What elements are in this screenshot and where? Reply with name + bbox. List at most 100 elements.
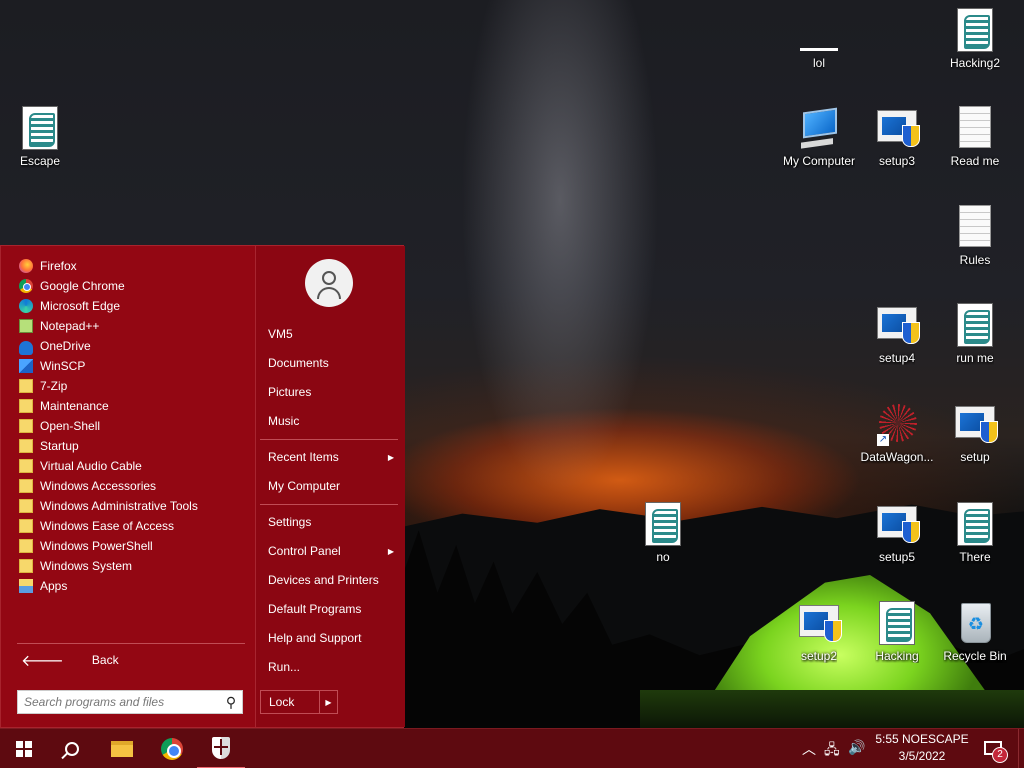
program-folder-windows-system[interactable]: Windows System — [11, 556, 251, 576]
lock-button[interactable]: Lock ▶ — [260, 690, 338, 714]
user-avatar[interactable] — [305, 259, 353, 307]
place-label: Settings — [268, 515, 312, 529]
desktop-icon-label: DataWagon... — [860, 450, 934, 464]
desktop-icon-recycle-bin[interactable]: Recycle Bin — [935, 601, 1015, 665]
place-devices-and-printers[interactable]: Devices and Printers — [260, 569, 400, 591]
shortcut-icon — [877, 404, 917, 446]
desktop-icon-setup3[interactable]: setup3 — [857, 106, 937, 170]
program-firefox[interactable]: Firefox — [11, 256, 251, 276]
onedrive-icon — [19, 340, 33, 355]
place-music[interactable]: Music — [260, 410, 400, 432]
program-folder-open-shell[interactable]: Open-Shell — [11, 416, 251, 436]
desktop-icon-there[interactable]: There — [935, 502, 1015, 566]
place-recent-items[interactable]: Recent Items ▶ — [260, 446, 400, 468]
place-pictures[interactable]: Pictures — [260, 381, 400, 403]
place-label: Pictures — [268, 385, 312, 399]
desktop-icon-setup5[interactable]: setup5 — [857, 502, 937, 566]
taskbar-file-explorer[interactable] — [98, 729, 146, 768]
desktop-icon-setup[interactable]: setup — [935, 402, 1015, 466]
desktop-icon-escape[interactable]: Escape — [0, 106, 80, 170]
desktop-icon-label: My Computer — [782, 154, 856, 168]
chevron-right-icon[interactable]: ▶ — [319, 691, 337, 713]
desktop-icon-rules[interactable]: Rules — [935, 205, 1015, 269]
desktop-icon-label: lol — [812, 56, 825, 70]
program-folder-windows-ease-of-access[interactable]: Windows Ease of Access — [11, 516, 251, 536]
program-microsoft-edge[interactable]: Microsoft Edge — [11, 296, 251, 316]
taskbar-chrome[interactable] — [148, 729, 196, 768]
blank-file-icon — [800, 48, 838, 51]
place-help-and-support[interactable]: Help and Support — [260, 627, 400, 649]
setup-icon — [877, 307, 920, 344]
back-button[interactable]: 🡐 Back — [11, 648, 247, 672]
place-user-folder[interactable]: VM5 — [260, 323, 400, 345]
place-settings[interactable]: Settings — [260, 511, 400, 533]
volume-icon[interactable]: 🔊 — [848, 739, 865, 756]
program-winscp[interactable]: WinSCP — [11, 356, 251, 376]
desktop-icon-no[interactable]: no — [623, 502, 703, 566]
program-label: Notepad++ — [40, 319, 100, 333]
folder-icon — [19, 419, 33, 433]
desktop-icon-my-computer[interactable]: My Computer — [779, 106, 859, 170]
program-apps[interactable]: Apps — [11, 576, 251, 596]
desktop-icon-setup4[interactable]: setup4 — [857, 303, 937, 367]
desktop-icon-lol[interactable]: lol — [779, 8, 859, 72]
show-desktop-button[interactable] — [1018, 729, 1024, 768]
chrome-icon — [19, 279, 33, 293]
folder-icon — [19, 399, 33, 413]
desktop-icon-label: Hacking — [875, 649, 919, 663]
program-label: Open-Shell — [40, 419, 101, 433]
taskbar-search-button[interactable] — [48, 729, 96, 768]
places-divider — [260, 439, 398, 440]
place-label: Run... — [268, 660, 301, 674]
program-folder-windows-accessories[interactable]: Windows Accessories — [11, 476, 251, 496]
search-icon[interactable]: ⚲ — [220, 694, 242, 711]
setup-icon — [877, 506, 920, 543]
program-folder-startup[interactable]: Startup — [11, 436, 251, 456]
program-list: Firefox Google Chrome Microsoft Edge Not… — [11, 256, 251, 596]
place-run[interactable]: Run... — [260, 656, 400, 678]
desktop-icon-datawagon[interactable]: DataWagon... — [857, 402, 937, 466]
desktop-icon-hacking2[interactable]: Hacking2 — [935, 8, 1015, 72]
program-folder-windows-admin-tools[interactable]: Windows Administrative Tools — [11, 496, 251, 516]
chevron-up-icon[interactable]: ︿ — [802, 739, 816, 759]
desktop-icon-run-me[interactable]: run me — [935, 303, 1015, 367]
windows-logo-icon — [16, 741, 32, 757]
action-center-button[interactable]: 2 — [980, 737, 1008, 763]
start-button[interactable] — [0, 729, 48, 768]
setup-icon — [955, 406, 998, 443]
program-folder-7zip[interactable]: 7-Zip — [11, 376, 251, 396]
program-folder-windows-powershell[interactable]: Windows PowerShell — [11, 536, 251, 556]
program-folder-maintenance[interactable]: Maintenance — [11, 396, 251, 416]
search-input[interactable] — [18, 691, 220, 713]
clock-date: 3/5/2022 — [898, 749, 946, 763]
place-control-panel[interactable]: Control Panel ▶ — [260, 540, 400, 562]
desktop-icon-label: setup4 — [878, 351, 916, 365]
place-documents[interactable]: Documents — [260, 352, 400, 374]
program-label: Windows Accessories — [40, 479, 157, 493]
network-icon[interactable]: 🖧 — [824, 739, 840, 763]
apps-icon — [19, 579, 33, 593]
program-onedrive[interactable]: OneDrive — [11, 336, 251, 356]
desktop-icon-read-me[interactable]: Read me — [935, 106, 1015, 170]
taskbar-windows-security[interactable] — [197, 729, 245, 768]
chevron-right-icon: ▶ — [387, 546, 394, 556]
place-default-programs[interactable]: Default Programs — [260, 598, 400, 620]
clock[interactable]: 5:55 NOESCAPE 3/5/2022 — [872, 731, 972, 767]
program-label: Windows System — [40, 559, 133, 573]
back-label: Back — [91, 653, 119, 667]
desktop-icon-label: setup — [960, 450, 990, 464]
desktop-icon-hacking[interactable]: Hacking — [857, 601, 937, 665]
program-label: Windows PowerShell — [40, 539, 153, 553]
recycle-bin-icon — [961, 603, 991, 643]
place-my-computer[interactable]: My Computer — [260, 475, 400, 497]
computer-icon — [803, 107, 837, 139]
desktop-icon-label: Read me — [950, 154, 1000, 168]
program-google-chrome[interactable]: Google Chrome — [11, 276, 251, 296]
program-folder-virtual-audio-cable[interactable]: Virtual Audio Cable — [11, 456, 251, 476]
desktop-icon-label: Recycle Bin — [943, 649, 1007, 663]
firefox-icon — [19, 259, 33, 273]
desktop-icon-setup2[interactable]: setup2 — [779, 601, 859, 665]
program-notepadpp[interactable]: Notepad++ — [11, 316, 251, 336]
folder-icon — [19, 459, 33, 473]
desktop-icon-label: no — [656, 550, 670, 564]
